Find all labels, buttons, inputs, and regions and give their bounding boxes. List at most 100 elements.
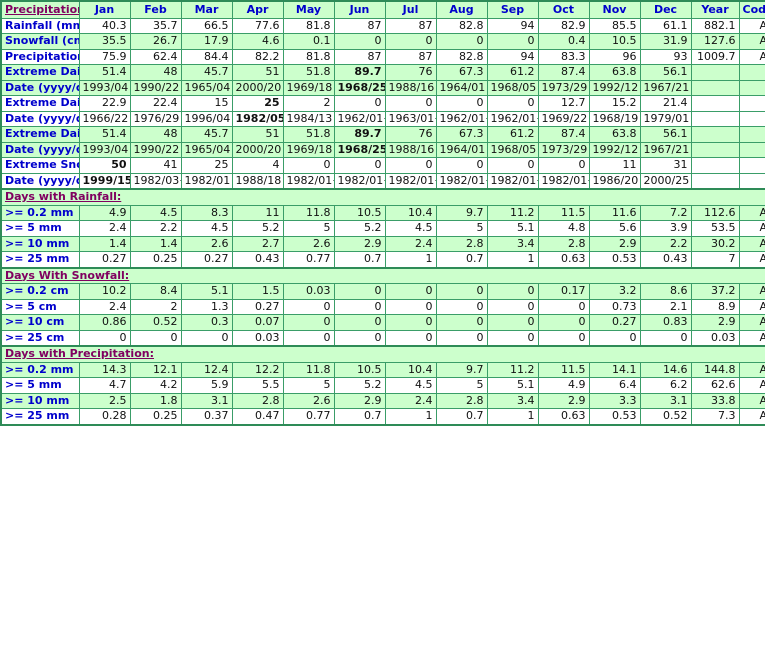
table-row: >= 5 cm2.421.30.270000000.732.18.9A xyxy=(0,298,765,315)
row-label: >= 10 mm xyxy=(0,392,80,409)
cell-jun: 10.5 xyxy=(333,361,386,378)
cell-sep: 5.1 xyxy=(486,377,539,394)
cell-jul: 10.4 xyxy=(384,361,437,378)
cell-code: A xyxy=(738,314,765,331)
cell-aug: 67.3 xyxy=(435,64,488,81)
cell-aug: 0 xyxy=(435,283,488,300)
cell-oct: 2.9 xyxy=(537,392,590,409)
cell-may: 0.77 xyxy=(282,408,335,425)
row-label: Date (yyyy/dd) xyxy=(0,141,80,158)
cell-apr: 0.03 xyxy=(231,329,284,347)
cell-jul: 0 xyxy=(384,95,437,112)
cell-dec: 1967/21 xyxy=(639,79,692,96)
cell-year: 7 xyxy=(690,251,740,268)
cell-sep: 61.2 xyxy=(486,126,539,143)
cell-dec: 7.2 xyxy=(639,204,692,221)
cell-sep: 94 xyxy=(486,48,539,65)
cell-dec: 2.1 xyxy=(639,298,692,315)
cell-apr: 51 xyxy=(231,126,284,143)
column-header-apr: Apr xyxy=(231,0,284,19)
cell-sep: 11.2 xyxy=(486,204,539,221)
column-header-nov: Nov xyxy=(588,0,641,19)
cell-mar: 1982/01 xyxy=(180,172,233,190)
cell-jan: 14.3 xyxy=(78,361,131,378)
cell-code: A xyxy=(738,361,765,378)
row-label: >= 0.2 mm xyxy=(0,204,80,221)
cell-code xyxy=(738,64,765,81)
cell-mar: 0.27 xyxy=(180,251,233,268)
table-row: >= 25 mm 0.28 0.25 0.37 0.47 0.77 0.7 1 0.7 1 0.63… xyxy=(0,408,765,425)
row-label: Rainfall (mm) xyxy=(0,17,80,34)
table-row: Date (yyyy/dd)1993/041990/221965/042000/… xyxy=(0,79,765,96)
cell-year: 2.9 xyxy=(690,314,740,331)
cell-dec: 0.43 xyxy=(639,251,692,268)
cell-mar: 0.37 xyxy=(180,408,233,425)
cell-dec: 8.6 xyxy=(639,283,692,300)
column-header-jan: Jan xyxy=(78,0,131,19)
cell-oct: 2.8 xyxy=(537,235,590,252)
row-label: >= 5 mm xyxy=(0,220,80,237)
cell-aug: 1964/01 xyxy=(435,79,488,96)
cell-mar: 17.9 xyxy=(180,33,233,50)
cell-feb: 26.7 xyxy=(129,33,182,50)
cell-nov: 0.53 xyxy=(588,408,641,425)
cell-may: 0.03 xyxy=(282,283,335,300)
cell-jan: 1999/15 xyxy=(78,172,131,190)
cell-year: 53.5 xyxy=(690,220,740,237)
row-label: >= 0.2 mm xyxy=(0,361,80,378)
cell-feb: 41 xyxy=(129,157,182,174)
cell-may: 0 xyxy=(282,298,335,315)
cell-jan: 0 xyxy=(78,329,131,347)
cell-jun: 0 xyxy=(333,157,386,174)
table-row: >= 10 cm 0.86 0.52 0.3 0.07 0 0 0 0 0 0 0.27 0.83 2.9… xyxy=(0,314,765,331)
cell-year: 7.3 xyxy=(690,408,740,425)
cell-jun: 1968/25 xyxy=(333,141,386,158)
cell-jun: 0.7 xyxy=(333,251,386,268)
cell-jan: 1993/04 xyxy=(78,79,131,96)
cell-apr: 0.43 xyxy=(231,251,284,268)
cell-year xyxy=(690,79,740,96)
column-header-may: May xyxy=(282,0,335,19)
table-row: >= 0.2 mm 14.3 12.1 12.4 12.2 11.8 10.5 10.4 9.7… xyxy=(0,361,765,378)
cell-oct: 0 xyxy=(537,329,590,347)
cell-may: 0 xyxy=(282,314,335,331)
table-row: >= 0.2 cm 10.2 8.4 5.1 1.5 0.03 0 0 0 0 0.17 3.2 8.6… xyxy=(0,283,765,300)
cell-feb: 0.25 xyxy=(129,251,182,268)
table-row: Rainfall (mm)40.335.766.577.681.8878782.… xyxy=(0,17,765,34)
cell-mar: 45.7 xyxy=(180,64,233,81)
cell-year: 8.9 xyxy=(690,298,740,315)
cell-mar: 66.5 xyxy=(180,17,233,34)
cell-nov: 10.5 xyxy=(588,33,641,50)
cell-feb: 48 xyxy=(129,64,182,81)
section-heading-days-precipitation: Days with Precipitation: xyxy=(0,345,765,363)
cell-code xyxy=(738,79,765,96)
cell-aug: 1964/01 xyxy=(435,141,488,158)
cell-feb: 2.2 xyxy=(129,220,182,237)
table-row: >= 10 mm 2.5 1.8 3.1 2.8 2.6 2.9 2.4 2.8 3.4 2.9 3.… xyxy=(0,392,765,409)
cell-jan: 51.4 xyxy=(78,126,131,143)
cell-aug: 0 xyxy=(435,329,488,347)
cell-oct: 1973/29 xyxy=(537,141,590,158)
cell-aug: 0 xyxy=(435,95,488,112)
cell-aug: 82.8 xyxy=(435,17,488,34)
column-header-feb: Feb xyxy=(129,0,182,19)
climate-precipitation-table: Precipitation:JanFebMarAprMayJunJulAugSe… xyxy=(0,0,765,426)
cell-apr: 25 xyxy=(231,95,284,112)
cell-oct: 11.5 xyxy=(537,204,590,221)
cell-aug: 67.3 xyxy=(435,126,488,143)
cell-aug: 5 xyxy=(435,377,488,394)
column-header-year: Year xyxy=(690,0,740,19)
cell-jul: 1982/01+ xyxy=(384,172,437,190)
cell-jul: 0 xyxy=(384,33,437,50)
cell-feb: 1976/29 xyxy=(129,110,182,127)
cell-sep: 94 xyxy=(486,17,539,34)
cell-feb: 62.4 xyxy=(129,48,182,65)
cell-jun: 2.9 xyxy=(333,235,386,252)
cell-jun: 0 xyxy=(333,33,386,50)
cell-jul: 1988/16 xyxy=(384,79,437,96)
section-heading-days-rainfall: Days with Rainfall: xyxy=(0,188,765,206)
cell-dec: 14.6 xyxy=(639,361,692,378)
column-header-oct: Oct xyxy=(537,0,590,19)
cell-jan: 4.7 xyxy=(78,377,131,394)
cell-jun: 10.5 xyxy=(333,204,386,221)
